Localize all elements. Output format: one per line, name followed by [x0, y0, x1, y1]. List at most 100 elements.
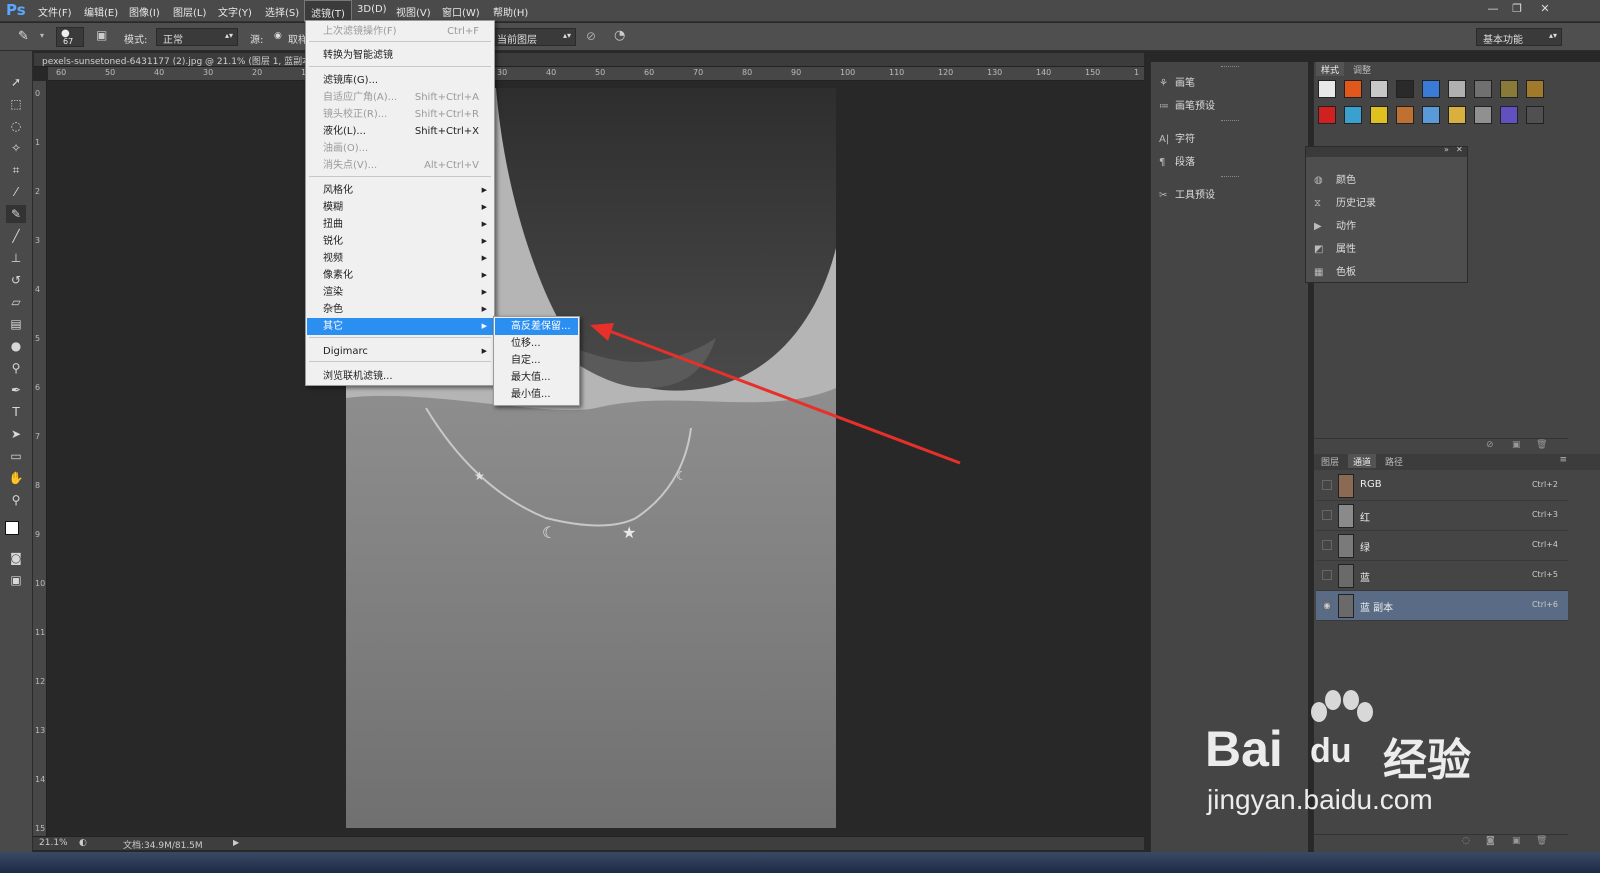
filter-menu-item[interactable]: 杂色 ▶ [307, 301, 493, 318]
close-icon[interactable]: ✕ [1456, 145, 1463, 154]
menu-10[interactable]: 帮助(H) [493, 4, 528, 19]
menu-3[interactable]: 图层(L) [173, 4, 206, 19]
trash-icon[interactable]: 🗑 [1536, 440, 1547, 450]
workspace-select[interactable]: 基本功能 ▴▾ [1476, 28, 1562, 46]
healing-brush-icon[interactable]: ✎ [18, 29, 29, 44]
filter-menu-item[interactable]: 其它 ▶ [307, 318, 493, 335]
style-swatch[interactable] [1344, 80, 1362, 98]
filter-menu-item[interactable]: 渲染 ▶ [307, 284, 493, 301]
style-swatch[interactable] [1396, 106, 1414, 124]
minimize-button[interactable]: — [1483, 2, 1503, 18]
style-swatch[interactable] [1500, 80, 1518, 98]
move-tool-icon[interactable]: ➚ [6, 73, 26, 91]
other-submenu-item[interactable]: 自定... [495, 352, 578, 369]
type-tool-icon[interactable]: T [6, 403, 26, 421]
style-swatch[interactable] [1396, 80, 1414, 98]
new-channel-icon[interactable]: ▣ [1512, 836, 1521, 846]
brush-tool-icon[interactable]: ╱ [6, 227, 26, 245]
other-submenu-item[interactable]: 最大值... [495, 369, 578, 386]
panel-grip[interactable] [1221, 176, 1239, 178]
close-button[interactable]: ✕ [1535, 2, 1555, 18]
brush-panel-icon[interactable]: ▣ [96, 28, 107, 42]
menu-4[interactable]: 文字(Y) [218, 4, 252, 19]
document-tab[interactable]: pexels-sunsetoned-6431177 (2).jpg @ 21.1… [34, 53, 1144, 67]
visibility-eye-icon[interactable]: ◉ [1322, 600, 1332, 610]
tab-paths[interactable]: 路径 [1380, 454, 1408, 468]
menu-9[interactable]: 窗口(W) [442, 4, 480, 19]
other-submenu-item[interactable]: 位移... [495, 335, 578, 352]
visibility-eye-icon[interactable] [1322, 570, 1332, 580]
menu-8[interactable]: 视图(V) [396, 4, 431, 19]
filter-menu-item[interactable]: 视频 ▶ [307, 250, 493, 267]
style-swatch[interactable] [1370, 80, 1388, 98]
tab-styles[interactable]: 样式 [1316, 62, 1345, 76]
other-submenu-item[interactable]: 高反差保留... [495, 318, 578, 335]
tab-layers[interactable]: 图层 [1316, 454, 1344, 468]
panel-color[interactable]: ◍ 颜色 [1314, 171, 1356, 186]
gradient-tool-icon[interactable]: ▤ [6, 315, 26, 333]
menu-5[interactable]: 选择(S) [265, 4, 299, 19]
brush-picker[interactable]: ● 67 [56, 27, 84, 47]
history-brush-tool-icon[interactable]: ↺ [6, 271, 26, 289]
filter-menu-item[interactable]: 像素化 ▶ [307, 267, 493, 284]
menu-1[interactable]: 编辑(E) [84, 4, 118, 19]
healing-brush-tool-icon[interactable]: ✎ [6, 205, 26, 223]
chevron-down-icon[interactable]: ▾ [40, 31, 44, 40]
style-swatch[interactable] [1422, 80, 1440, 98]
filter-menu-item[interactable]: 浏览联机滤镜... [307, 368, 493, 385]
status-menu-arrow-icon[interactable]: ▶ [233, 838, 239, 847]
stamp-tool-icon[interactable]: ⊥ [6, 249, 26, 267]
panel-brush-presets[interactable]: ≔ 画笔预设 [1159, 97, 1215, 112]
channel-row[interactable]: ◉ 蓝 副本 Ctrl+6 [1316, 591, 1568, 621]
panel-tool-presets[interactable]: ✂ 工具预设 [1159, 186, 1215, 201]
filter-menu-item[interactable]: 滤镜库(G)... [307, 72, 493, 89]
style-swatch[interactable] [1318, 80, 1336, 98]
menu-6[interactable]: 滤镜(T) [304, 0, 352, 22]
visibility-eye-icon[interactable] [1322, 510, 1332, 520]
menu-2[interactable]: 图像(I) [129, 4, 160, 19]
eraser-tool-icon[interactable]: ▱ [6, 293, 26, 311]
tab-channels[interactable]: 通道 [1348, 454, 1377, 468]
panel-brush[interactable]: ⚘ 画笔 [1159, 74, 1195, 89]
style-swatch[interactable] [1474, 80, 1492, 98]
panel-menu-icon[interactable]: ≡ [1559, 455, 1567, 465]
tab-adjustments[interactable]: 调整 [1348, 62, 1376, 76]
zoom-tool-icon[interactable]: ⚲ [6, 491, 26, 509]
crop-tool-icon[interactable]: ⌗ [6, 161, 26, 179]
menu-0[interactable]: 文件(F) [38, 4, 72, 19]
channel-row[interactable]: RGB Ctrl+2 [1316, 471, 1568, 501]
new-style-icon[interactable]: ▣ [1512, 440, 1521, 450]
channel-row[interactable]: 绿 Ctrl+4 [1316, 531, 1568, 561]
filter-menu-item[interactable]: 液化(L)... Shift+Ctrl+X [307, 123, 493, 140]
visibility-eye-icon[interactable] [1322, 480, 1332, 490]
panel-grip[interactable] [1221, 66, 1239, 68]
blur-tool-icon[interactable]: ● [6, 337, 26, 355]
panel-character[interactable]: A| 字符 [1159, 130, 1195, 145]
collapse-icon[interactable]: » [1444, 145, 1449, 154]
channel-row[interactable]: 蓝 Ctrl+5 [1316, 561, 1568, 591]
floating-panel-titlebar[interactable]: » ✕ [1306, 145, 1467, 157]
style-swatch[interactable] [1318, 106, 1336, 124]
marquee-tool-icon[interactable]: ⬚ [6, 95, 26, 113]
style-swatch[interactable] [1474, 106, 1492, 124]
path-select-tool-icon[interactable]: ➤ [6, 425, 26, 443]
channel-row[interactable]: 红 Ctrl+3 [1316, 501, 1568, 531]
style-swatch[interactable] [1526, 106, 1544, 124]
filter-menu-item[interactable]: 扭曲 ▶ [307, 216, 493, 233]
eyedropper-tool-icon[interactable]: ⁄ [6, 183, 26, 201]
hand-tool-icon[interactable]: ✋ [6, 469, 26, 487]
restore-button[interactable]: ❐ [1507, 2, 1527, 18]
menu-7[interactable]: 3D(D) [357, 4, 387, 15]
filter-menu-item[interactable]: 风格化 ▶ [307, 182, 493, 199]
panel-history[interactable]: ⧖ 历史记录 [1314, 194, 1376, 209]
ignore-adjustment-icon[interactable]: ⊘ [586, 29, 596, 43]
dodge-tool-icon[interactable]: ⚲ [6, 359, 26, 377]
filter-menu-item[interactable]: Digimarc ▶ [307, 343, 493, 360]
quick-select-tool-icon[interactable]: ✧ [6, 139, 26, 157]
panel-properties[interactable]: ◩ 属性 [1314, 240, 1356, 255]
style-swatch[interactable] [1448, 80, 1466, 98]
source-radio[interactable]: ◉ [274, 31, 282, 41]
style-swatch[interactable] [1370, 106, 1388, 124]
style-swatch[interactable] [1526, 80, 1544, 98]
clear-style-icon[interactable]: ⊘ [1486, 440, 1494, 450]
